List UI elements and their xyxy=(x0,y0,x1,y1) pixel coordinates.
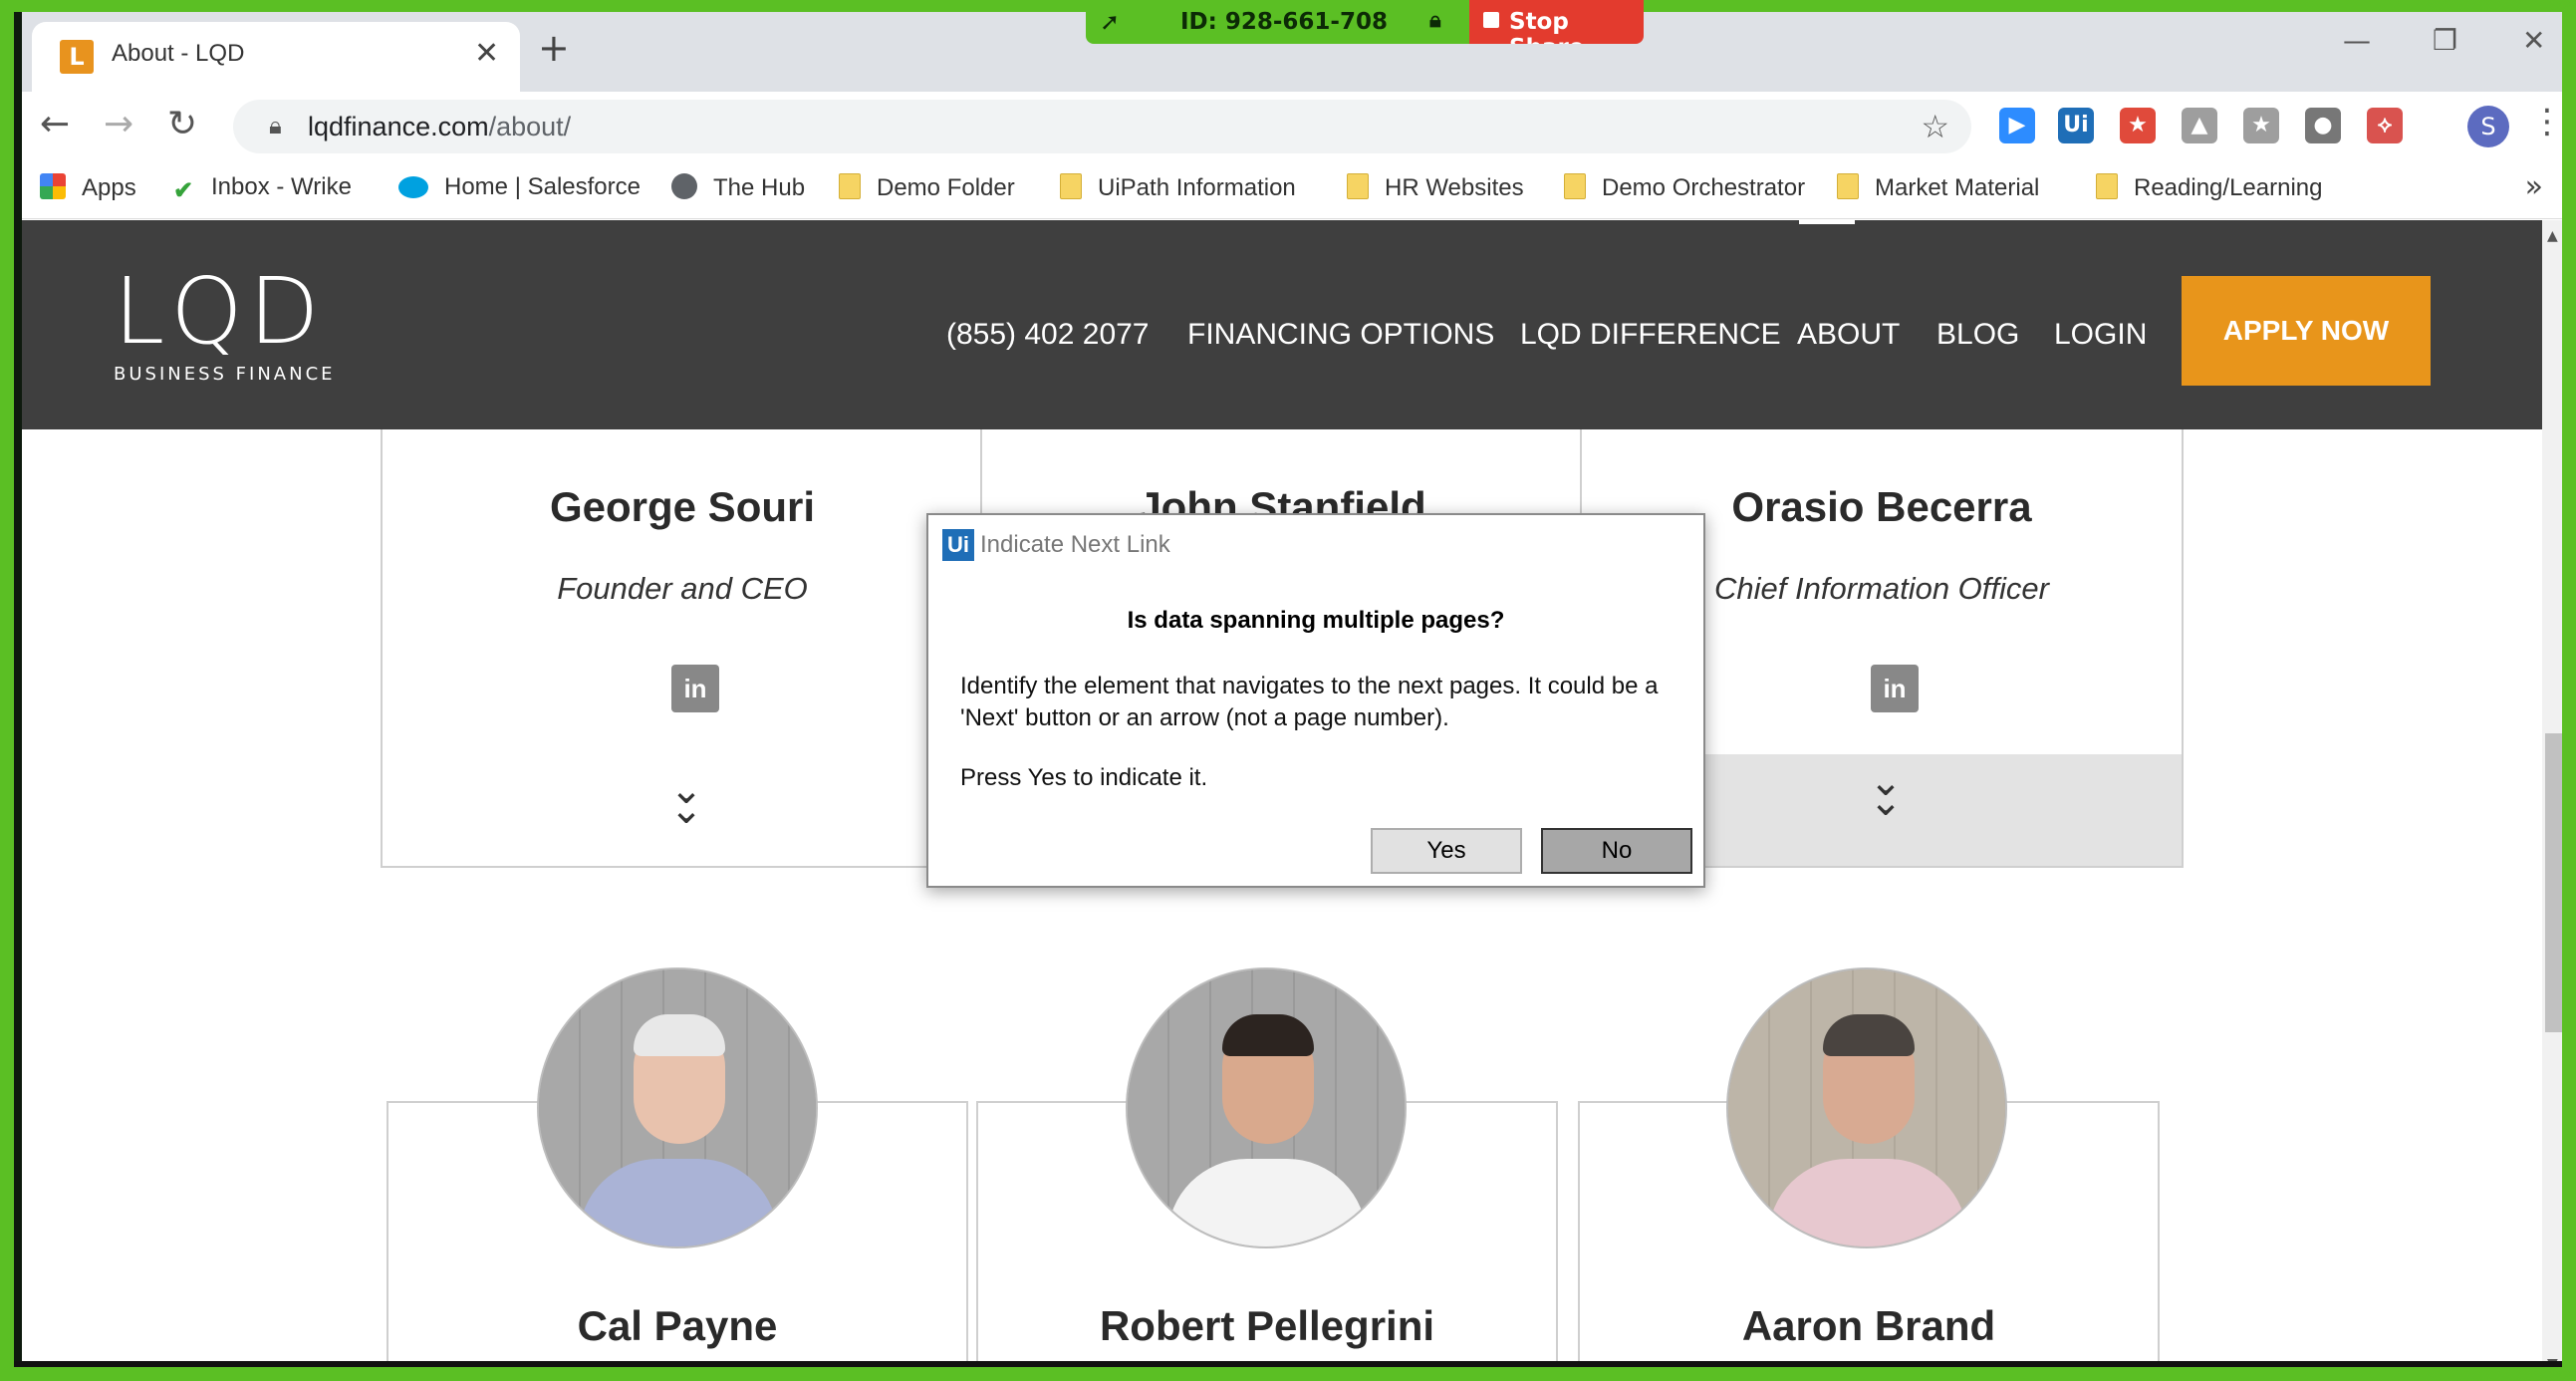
bookmark-the-hub[interactable]: The Hub xyxy=(671,173,805,202)
close-window-icon[interactable]: ✕ xyxy=(2522,24,2545,57)
folder-icon xyxy=(1564,173,1586,199)
linkedin-icon[interactable]: in xyxy=(1871,665,1919,712)
bookmark-label: UiPath Information xyxy=(1098,174,1296,201)
folder-icon xyxy=(1060,173,1082,199)
bookmark-label: Apps xyxy=(82,174,136,201)
bookmark-label: Demo Orchestrator xyxy=(1602,174,1806,201)
share-arrow-icon: ➚ xyxy=(1100,8,1121,36)
bookmark-star-icon[interactable]: ☆ xyxy=(1921,108,1949,145)
scroll-up-icon[interactable]: ▲ xyxy=(2547,228,2558,244)
salesforce-cloud-icon xyxy=(398,176,428,198)
bookmark-demo-folder[interactable]: Demo Folder xyxy=(839,173,1015,202)
linkedin-icon[interactable]: in xyxy=(671,665,719,712)
back-icon[interactable]: ← xyxy=(40,104,70,144)
bookmark-label: Demo Folder xyxy=(877,174,1015,201)
zoom-icon[interactable]: ▶ xyxy=(1999,108,2035,143)
nav-lqd-difference[interactable]: LQD DIFFERENCE xyxy=(1520,318,1781,352)
lock-icon: 🔒︎ xyxy=(269,112,282,139)
nav-phone[interactable]: (855) 402 2077 xyxy=(946,318,1150,352)
bookmark-label: Market Material xyxy=(1875,174,2040,201)
tab-title: About - LQD xyxy=(112,40,245,67)
check-icon: ✔ xyxy=(173,177,194,204)
stop-icon xyxy=(1483,12,1499,28)
new-tab-button[interactable]: + xyxy=(538,26,570,70)
bookmark-label: Inbox - Wrike xyxy=(211,173,352,200)
folder-icon xyxy=(2096,173,2118,199)
site-header: LQD BUSINESS FINANCE (855) 402 2077 FINA… xyxy=(22,220,2542,429)
bookmark-label: HR Websites xyxy=(1385,174,1524,201)
bookmark-apps[interactable]: Apps xyxy=(40,173,136,202)
indicate-next-link-dialog: Ui Indicate Next Link Is data spanning m… xyxy=(926,513,1705,888)
bookmark-label: Reading/Learning xyxy=(2134,174,2323,201)
folder-icon xyxy=(1347,173,1369,199)
browser-window: L About - LQD ✕ + — ❐ ✕ ← → ↻ 🔒︎ lqdfina… xyxy=(22,12,2567,1381)
address-bar[interactable]: 🔒︎ lqdfinance.com/about/ ☆ xyxy=(233,100,1971,153)
restore-icon[interactable]: ❐ xyxy=(2433,24,2457,57)
dialog-title: Indicate Next Link xyxy=(980,531,1170,558)
dialog-instruction: Press Yes to indicate it. xyxy=(960,764,1208,791)
globe-icon xyxy=(671,173,697,199)
profile-avatar[interactable]: S xyxy=(2467,106,2509,147)
page-scrollbar[interactable]: ▲ ▼ xyxy=(2542,220,2567,1381)
team-member-role: Founder and CEO xyxy=(557,571,808,606)
dialog-question: Is data spanning multiple pages? xyxy=(1127,607,1505,634)
folder-icon xyxy=(839,173,861,199)
uipath-icon: Ui xyxy=(942,529,974,561)
uipath-icon[interactable]: Ui xyxy=(2058,108,2094,143)
team-member-photo xyxy=(1126,967,1407,1248)
team-member-name: Cal Payne xyxy=(577,1302,778,1349)
team-member-name: George Souri xyxy=(549,483,816,530)
circle-ext-icon[interactable]: ● xyxy=(2305,108,2341,143)
bookmark-reading-learning[interactable]: Reading/Learning xyxy=(2096,173,2322,202)
pdf-icon[interactable]: ⟡ xyxy=(2367,108,2403,143)
wrike-icon[interactable]: ★ xyxy=(2120,108,2156,143)
url-text: lqdfinance.com/about/ xyxy=(308,112,572,141)
no-button[interactable]: No xyxy=(1541,828,1692,874)
lock-icon: 🔒︎ xyxy=(1429,8,1441,33)
forward-icon[interactable]: → xyxy=(104,104,133,144)
bookmark-hr-websites[interactable]: HR Websites xyxy=(1347,173,1524,202)
bookmark-demo-orchestrator[interactable]: Demo Orchestrator xyxy=(1564,173,1805,202)
nav-active-indicator xyxy=(1799,220,1855,224)
chevron-down-icon[interactable]: ⌄ ⌄ xyxy=(1856,762,1916,822)
dialog-body: Identify the element that navigates to t… xyxy=(960,673,1659,731)
stop-share-button[interactable]: Stop Share xyxy=(1469,0,1644,44)
bookmark-label: The Hub xyxy=(713,174,806,201)
lqd-logo[interactable]: LQD BUSINESS FINANCE xyxy=(114,266,336,386)
chevron-down-icon[interactable]: ⌄ ⌄ xyxy=(656,770,716,830)
apply-now-button[interactable]: APPLY NOW xyxy=(2182,276,2431,386)
team-member-name: Robert Pellegrini xyxy=(1099,1302,1435,1349)
tab-about[interactable]: L About - LQD ✕ xyxy=(32,22,520,92)
bookmark-uipath-information[interactable]: UiPath Information xyxy=(1060,173,1296,202)
yes-button[interactable]: Yes xyxy=(1371,828,1522,874)
meeting-id-pill[interactable]: ➚ ID: 928-661-708 🔒︎ xyxy=(1086,0,1469,44)
lqd-favicon-icon: L xyxy=(60,40,94,74)
nav-blog[interactable]: BLOG xyxy=(1936,318,2019,352)
folder-icon xyxy=(1837,173,1859,199)
taskbar-strip xyxy=(0,1361,2576,1381)
browser-toolbar: ← → ↻ 🔒︎ lqdfinance.com/about/ ☆ ▶ Ui ★ ▲ ★ ●… xyxy=(22,92,2567,161)
bookmark-home-salesforce[interactable]: Home | Salesforce xyxy=(398,173,641,201)
bookmark-ext-icon[interactable]: ★ xyxy=(2243,108,2279,143)
scrollbar-thumb[interactable] xyxy=(2545,733,2564,1032)
team-member-photo xyxy=(1726,967,2007,1248)
nav-about[interactable]: ABOUT xyxy=(1797,318,1900,352)
team-member-name: Aaron Brand xyxy=(1741,1302,1996,1349)
nav-login[interactable]: LOGIN xyxy=(2054,318,2147,352)
bookmarks-bar: Apps ✔ Inbox - Wrike Home | Salesforce The H… xyxy=(22,161,2567,219)
bookmark-label: Home | Salesforce xyxy=(444,173,641,200)
tab-close-icon[interactable]: ✕ xyxy=(474,36,499,71)
browser-menu-icon[interactable]: ⋮ xyxy=(2530,102,2564,141)
apps-grid-icon xyxy=(40,173,66,199)
drive-icon[interactable]: ▲ xyxy=(2182,108,2217,143)
bookmark-inbox-wrike[interactable]: ✔ Inbox - Wrike xyxy=(173,173,352,204)
minimize-icon[interactable]: — xyxy=(2343,24,2371,57)
team-member-photo xyxy=(537,967,818,1248)
reload-icon[interactable]: ↻ xyxy=(167,104,197,144)
bookmarks-overflow-icon[interactable]: » xyxy=(2525,169,2543,204)
web-page: George Souri Founder and CEO in ⌄ ⌄ John … xyxy=(22,220,2542,1381)
screen-share-bar: ➚ ID: 928-661-708 🔒︎ Stop Share xyxy=(1086,0,1644,44)
nav-financing-options[interactable]: FINANCING OPTIONS xyxy=(1187,318,1494,352)
bookmark-market-material[interactable]: Market Material xyxy=(1837,173,2039,202)
